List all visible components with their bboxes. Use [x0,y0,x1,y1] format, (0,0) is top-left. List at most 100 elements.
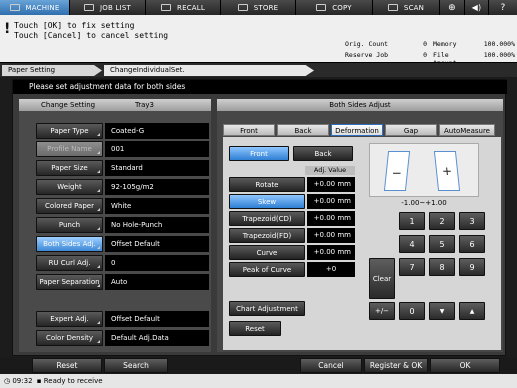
ru-curl-adj-button[interactable]: RU Curl Adj. [36,255,103,271]
orig-count-label: Orig. Count [345,40,389,48]
setting-row: Punch No Hole-Punch [19,217,211,234]
curve-value: +0.00 mm [307,245,355,260]
clock-icon: ◷ [4,377,11,385]
tab-gap[interactable]: Gap [385,124,437,136]
bottom-action-bar: Reset Search Cancel Register & OK OK [0,357,517,374]
globe-button[interactable]: ⊕ [440,0,465,15]
key-3[interactable]: 3 [459,212,485,230]
recall-icon [161,4,172,11]
message-line-1: Touch [OK] to fix setting [14,21,135,30]
up-arrow-key[interactable]: ▲ [459,302,485,320]
range-text: -1.00~+1.00 [401,199,447,207]
key-9[interactable]: 9 [459,258,485,276]
tab-scan[interactable]: SCAN [373,0,440,15]
setting-row: RU Curl Adj. 0 [19,255,211,272]
expert-adj-value: Offset Default [105,311,209,327]
tab-automeasure[interactable]: AutoMeasure [439,124,495,136]
tab-machine[interactable]: MACHINE [0,0,70,15]
paper-type-value: Coated-G [105,123,209,139]
setting-row: Colored Paper White [19,198,211,215]
color-density-button[interactable]: Color Density [36,330,103,346]
plus-minus-key[interactable]: +/− [369,302,395,320]
globe-icon: ⊕ [448,2,456,13]
memory-label: Memory [433,40,457,48]
rotate-button[interactable]: Rotate [229,177,305,192]
deformation-tab-body: Front Back Adj. Value Rotate +0.00 mm Sk… [223,137,501,350]
minus-skew-icon: − [383,151,411,191]
status-text: Ready to receive [43,377,103,385]
key-8[interactable]: 8 [429,258,455,276]
orig-count-value: 0 [423,40,427,48]
speaker-icon: ◀) [471,3,482,12]
instruction-text: Please set adjustment data for both side… [13,80,507,94]
profile-name-button[interactable]: Profile Name [36,141,103,157]
breadcrumb-paper-setting[interactable]: Paper Setting [2,65,102,76]
colored-paper-button[interactable]: Colored Paper [36,198,103,214]
key-2[interactable]: 2 [429,212,455,230]
clear-key[interactable]: Clear [369,258,395,299]
help-button[interactable]: ? [489,0,517,15]
ru-curl-adj-value: 0 [105,255,209,271]
key-7[interactable]: 7 [399,258,425,276]
reset-button[interactable]: Reset [32,358,102,373]
color-density-value: Default Adj.Data [105,330,209,346]
scan-icon [387,4,398,11]
key-4[interactable]: 4 [399,235,425,253]
paper-size-button[interactable]: Paper Size [36,160,103,176]
reserve-job-value: 0 [423,51,427,59]
weight-value: 92-105g/m2 [105,179,209,195]
key-6[interactable]: 6 [459,235,485,253]
skew-diagram: − + [369,143,479,197]
down-arrow-key[interactable]: ▼ [429,302,455,320]
paper-separation-value: Auto [105,274,209,290]
expert-adj-button[interactable]: Expert Adj. [36,311,103,327]
trapezoid-cd-button[interactable]: Trapezoid(CD) [229,211,305,226]
setting-row: Both Sides Adj. Offset Default [19,236,211,253]
tab-deformation[interactable]: Deformation [331,124,383,136]
tab-store[interactable]: STORE [221,0,296,15]
punch-button[interactable]: Punch [36,217,103,233]
back-side-button[interactable]: Back [293,146,353,161]
screen: MACHINE JOB LIST RECALL STORE COPY SCAN … [0,0,517,388]
ok-button[interactable]: OK [430,358,500,373]
register-ok-button[interactable]: Register & OK [364,358,428,373]
search-button[interactable]: Search [104,358,168,373]
chart-adjustment-button[interactable]: Chart Adjustment [229,301,305,316]
store-icon [237,4,248,11]
curve-button[interactable]: Curve [229,245,305,260]
tab-back[interactable]: Back [277,124,329,136]
weight-button[interactable]: Weight [36,179,103,195]
key-1[interactable]: 1 [399,212,425,230]
cancel-button[interactable]: Cancel [300,358,362,373]
both-sides-adj-button[interactable]: Both Sides Adj. [36,236,103,252]
tab-job-list[interactable]: JOB LIST [70,0,146,15]
machine-icon [9,4,20,11]
setting-row: Paper Size Standard [19,160,211,177]
profile-name-value: 001 [105,141,209,157]
tab-copy[interactable]: COPY [296,0,373,15]
front-side-button[interactable]: Front [229,146,289,161]
trapezoid-fd-button[interactable]: Trapezoid(FD) [229,228,305,243]
joblist-icon [84,4,95,11]
paper-separation-button[interactable]: Paper Separation [36,274,103,290]
skew-button[interactable]: Skew [229,194,305,209]
both-sides-adj-value: Offset Default [105,236,209,252]
breadcrumb: Paper Setting ChangeIndividualSet. [0,62,517,77]
copy-icon [316,4,327,11]
peak-of-curve-button[interactable]: Peak of Curve [229,262,305,277]
file-amount-label: File Amount [433,51,456,67]
plus-skew-icon: + [433,151,461,191]
top-tab-bar: MACHINE JOB LIST RECALL STORE COPY SCAN … [0,0,517,15]
paper-type-button[interactable]: Paper Type [36,123,103,139]
reset-adjustment-button[interactable]: Reset [229,321,281,336]
tab-recall[interactable]: RECALL [146,0,221,15]
change-setting-panel: Change Setting Tray3 Paper Type Coated-G… [19,99,211,352]
status-bar: ◷ 09:32 ▪ Ready to receive [0,374,517,388]
key-5[interactable]: 5 [429,235,455,253]
volume-button[interactable]: ◀) [465,0,489,15]
key-0[interactable]: 0 [399,302,425,320]
setting-row: Paper Type Coated-G [19,123,211,140]
paper-size-value: Standard [105,160,209,176]
tray-label: Tray3 [135,101,155,109]
tab-front[interactable]: Front [223,124,275,136]
